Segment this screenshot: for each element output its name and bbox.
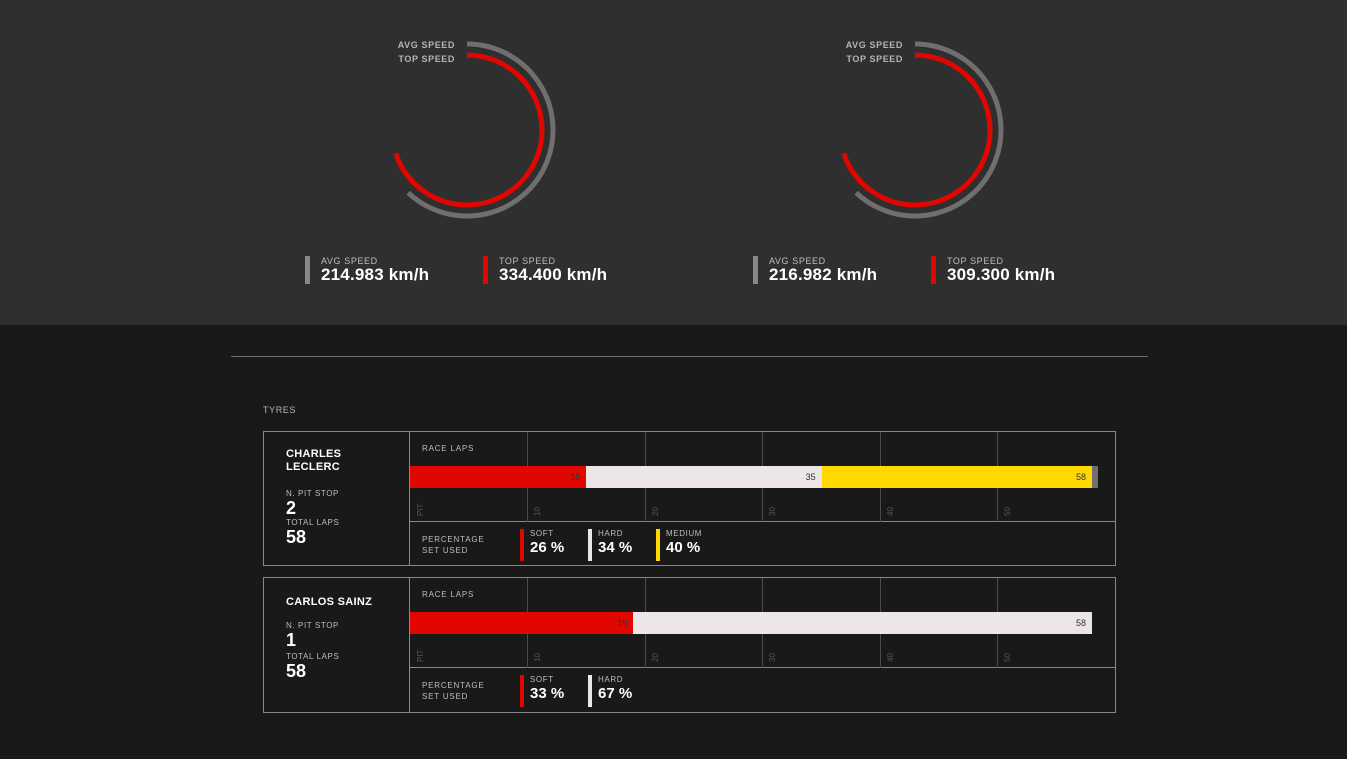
stint-end-lap-label: 58 [1076, 472, 1087, 482]
driver-tyre-card: CHARLES LECLERC N. PIT STOP 2 TOTAL LAPS… [263, 431, 1116, 566]
avg-speed-arc [854, 41, 1004, 219]
avg-speed-stat: AVG SPEED 216.982 km/h [753, 256, 877, 284]
axis-tick-label: 40 [886, 507, 895, 516]
percentage-label: PERCENTAGE SET USED [422, 681, 485, 701]
axis-tick-label: PIT [416, 649, 425, 662]
pit-stop-label: N. PIT STOP [286, 489, 339, 498]
total-laps-value: 58 [286, 527, 307, 547]
compound-name: SOFT [530, 675, 554, 684]
stint-segment-hard: 35 [586, 466, 822, 488]
pit-stop-label: N. PIT STOP [286, 621, 339, 630]
compound-name: HARD [598, 675, 624, 684]
top-speed-value: 309.300 km/h [947, 265, 1056, 284]
compound-usage-soft: SOFT 33 % [520, 675, 564, 707]
top-speed-arc [841, 52, 993, 208]
compound-percentage: 33 % [530, 685, 565, 702]
section-divider [231, 356, 1148, 357]
axis-tick-label: PIT [416, 503, 425, 516]
speed-gauge-arcs [841, 41, 1004, 219]
avg-speed-value: 214.983 km/h [321, 265, 430, 284]
compound-percentage: 26 % [530, 539, 565, 556]
driver-info: CARLOS SAINZ N. PIT STOP 1 TOTAL LAPS 58 [264, 578, 410, 712]
compound-name: SOFT [530, 529, 554, 538]
speed-gauge-arcs [393, 41, 556, 219]
driver-name: CHARLES LECLERC [286, 448, 342, 473]
compound-percentage: 40 % [666, 539, 701, 556]
axis-tick-label: 50 [1003, 653, 1012, 662]
axis-tick-label: 50 [1003, 507, 1012, 516]
total-laps-label: TOTAL LAPS [286, 652, 340, 661]
compound-usage-hard: HARD 67 % [588, 675, 632, 707]
axis-tick-label: 10 [533, 653, 542, 662]
axis-tick-label: 30 [768, 653, 777, 662]
top-speed-arc [393, 52, 545, 208]
driver-info: CHARLES LECLERC N. PIT STOP 2 TOTAL LAPS… [264, 432, 410, 565]
percentage-set-used: PERCENTAGE SET USED SOFT 26 % HARD 34 % MEDI… [410, 522, 1116, 566]
driver-tyre-card: CARLOS SAINZ N. PIT STOP 1 TOTAL LAPS 58… [263, 577, 1116, 713]
axis-tick-label: 20 [651, 507, 660, 516]
compound-usage-hard: HARD 34 % [588, 529, 632, 561]
avg-speed-stat: AVG SPEED 214.983 km/h [305, 256, 429, 284]
compound-name: MEDIUM [666, 529, 703, 538]
stint-end-lap-label: 19 [617, 618, 628, 628]
compound-percentage: 67 % [598, 685, 633, 702]
race-laps-chart: RACE LAPS 15 35 58 PIT 10 20 30 40 50 [410, 432, 1116, 522]
race-laps-title: RACE LAPS [422, 444, 475, 453]
compound-name: HARD [598, 529, 624, 538]
top-speed-stat: TOP SPEED 309.300 km/h [931, 256, 1055, 284]
pit-stop-count: 2 [286, 498, 297, 518]
race-laps-title: RACE LAPS [422, 590, 475, 599]
driver-name: CARLOS SAINZ [286, 596, 373, 608]
stint-end-lap-label: 58 [1076, 618, 1087, 628]
compound-percentage: 34 % [598, 539, 633, 556]
top-speed-stat: TOP SPEED 334.400 km/h [483, 256, 607, 284]
stint-segment-soft: 15 [410, 466, 587, 488]
top-speed-value: 334.400 km/h [499, 265, 608, 284]
race-end-marker [1092, 466, 1099, 488]
speed-panel: AVG SPEED TOP SPEED AVG SPEED TOP SPEED … [0, 0, 1347, 325]
stint-segment-soft: 19 [410, 612, 634, 634]
axis-tick-label: 40 [886, 653, 895, 662]
total-laps-label: TOTAL LAPS [286, 518, 340, 527]
percentage-label: PERCENTAGE SET USED [422, 535, 485, 555]
percentage-set-used: PERCENTAGE SET USED SOFT 33 % HARD 67 % [410, 668, 1116, 712]
avg-speed-arc [406, 41, 556, 219]
stint-segment-hard: 58 [633, 612, 1093, 634]
avg-speed-value: 216.982 km/h [769, 265, 878, 284]
tyres-section-title: TYRES [263, 405, 297, 415]
pit-stop-count: 1 [286, 630, 297, 650]
compound-usage-medium: MEDIUM 40 % [656, 529, 702, 561]
stint-segment-medium: 58 [821, 466, 1093, 488]
compound-usage-soft: SOFT 26 % [520, 529, 564, 561]
total-laps-value: 58 [286, 661, 307, 681]
stint-end-lap-label: 15 [570, 472, 581, 482]
axis-tick-label: 20 [651, 653, 660, 662]
stint-end-lap-label: 35 [805, 472, 816, 482]
axis-tick-label: 10 [533, 507, 542, 516]
axis-tick-label: 30 [768, 507, 777, 516]
speed-gauge: AVG SPEED TOP SPEED [793, 20, 1033, 230]
speed-gauge: AVG SPEED TOP SPEED [345, 20, 585, 230]
race-laps-chart: RACE LAPS 19 58 PIT 10 20 30 40 50 [410, 578, 1116, 668]
